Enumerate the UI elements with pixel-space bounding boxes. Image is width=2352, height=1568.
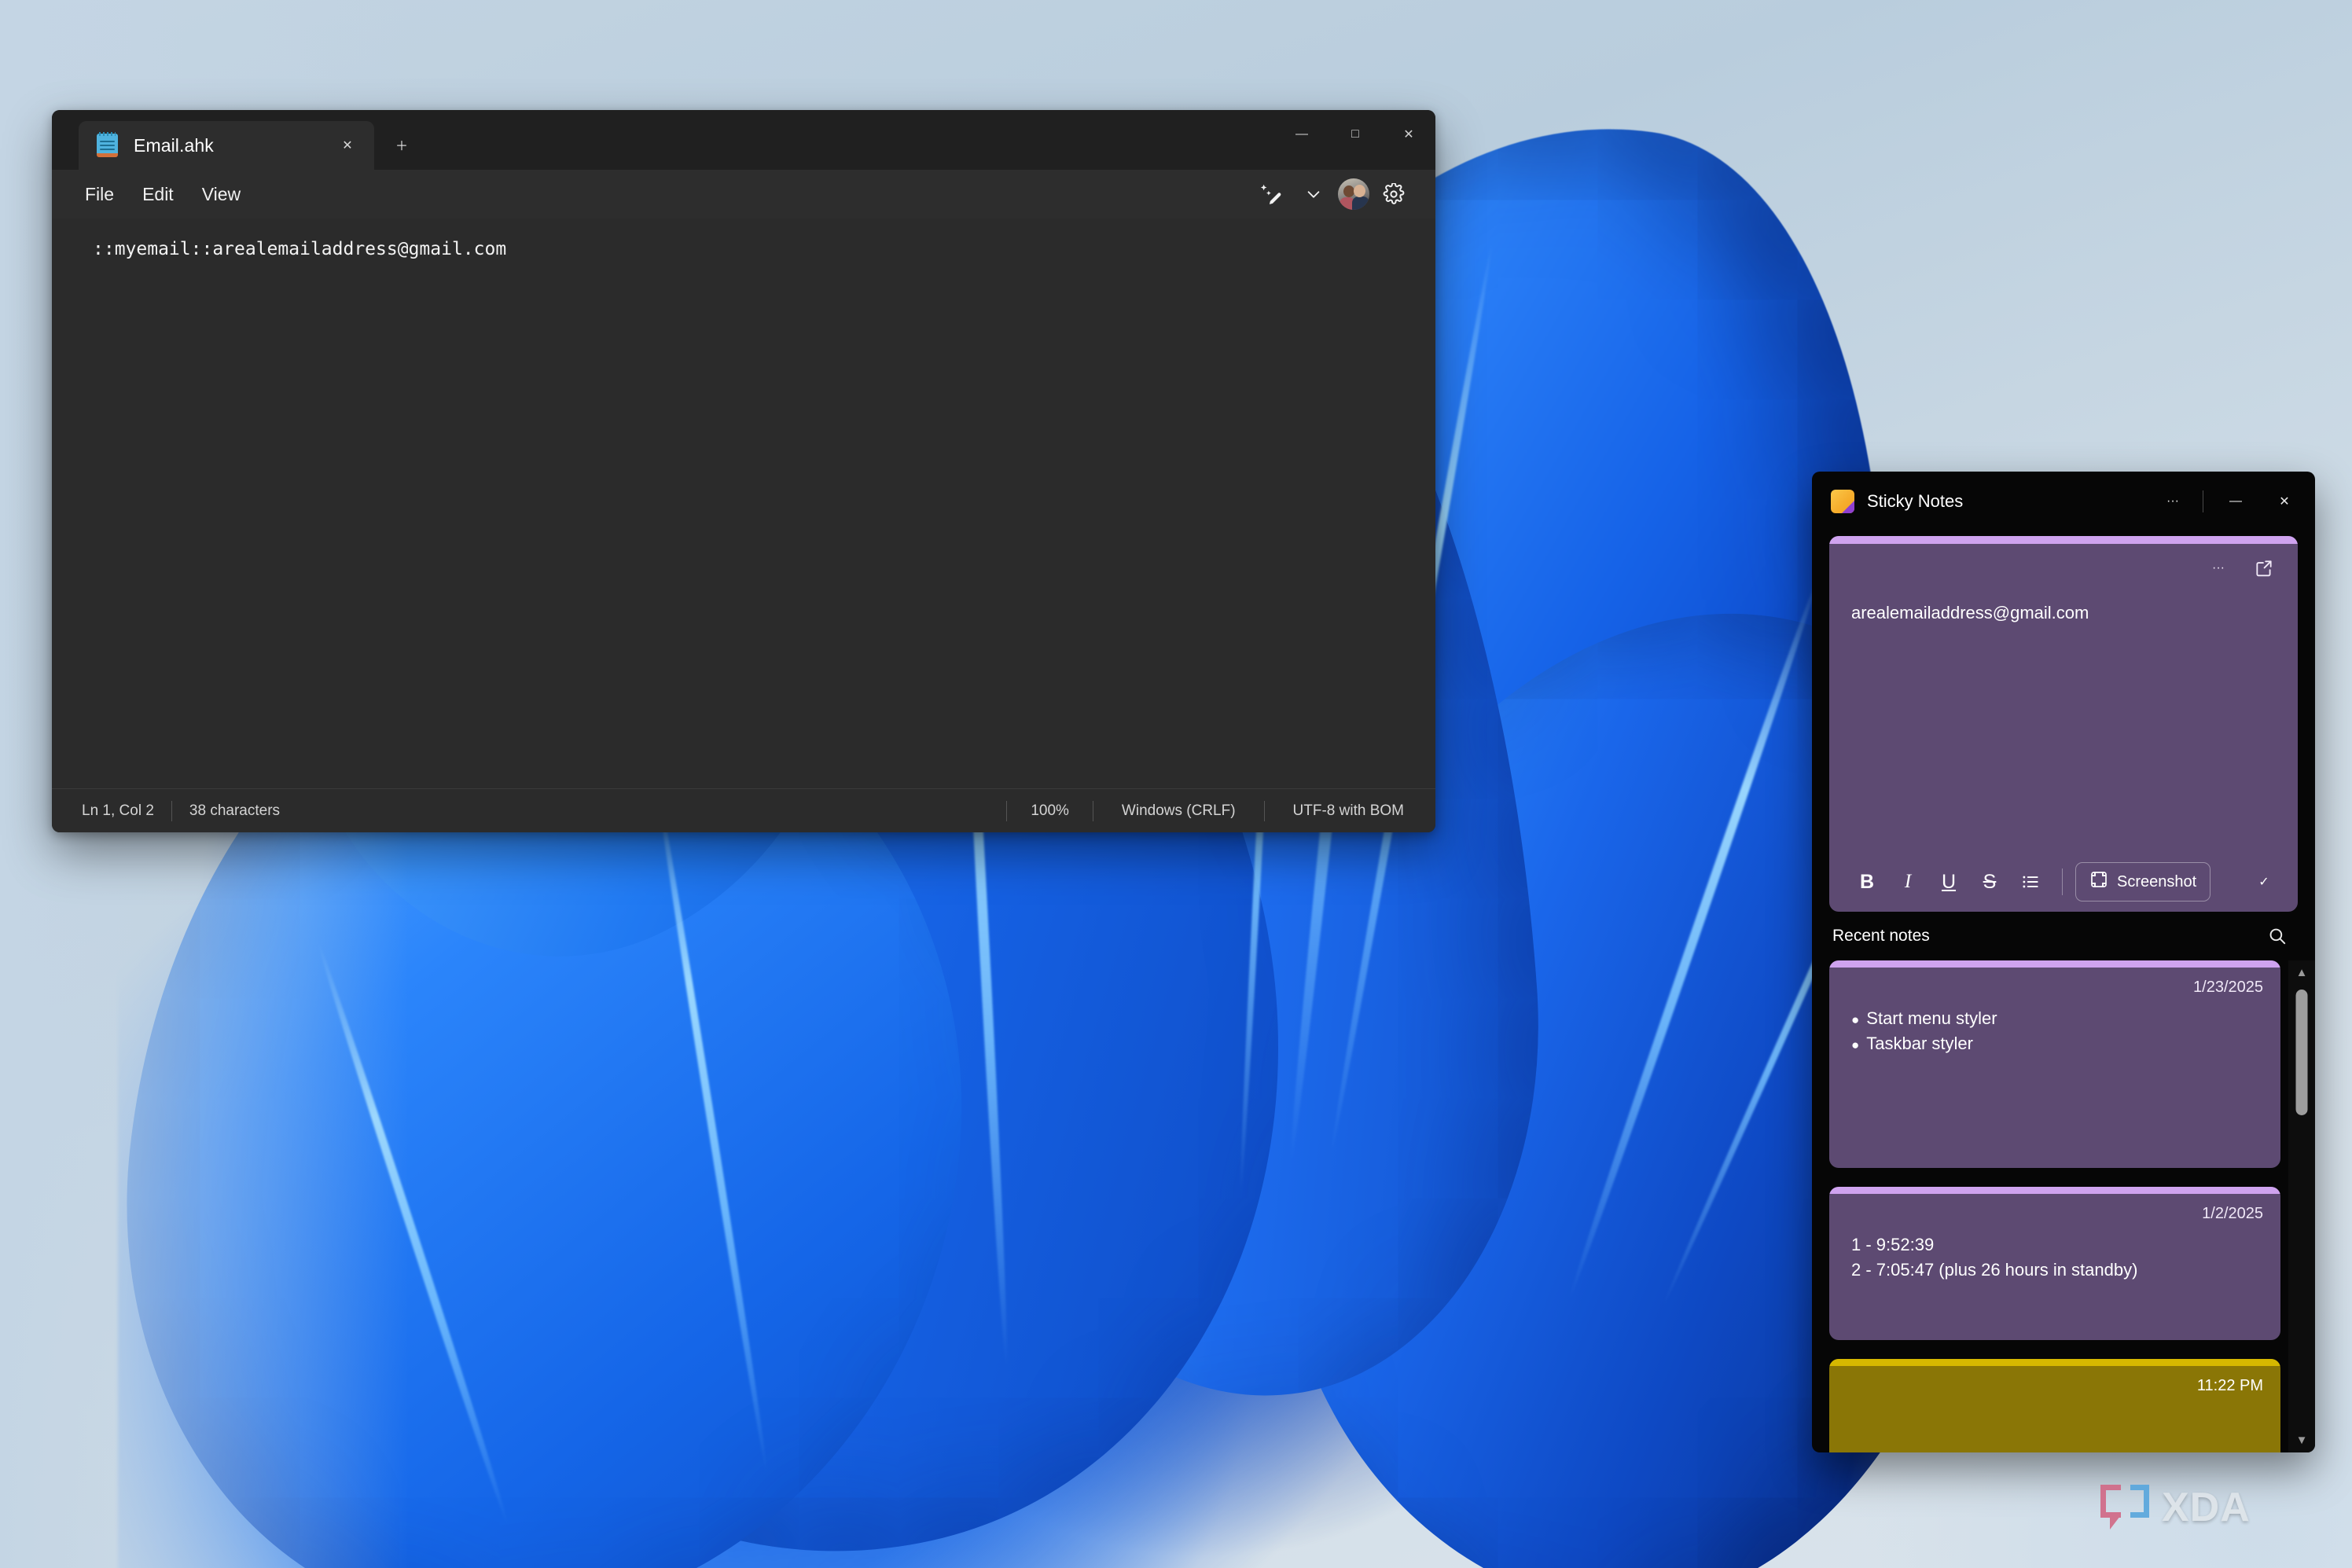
- open-in-new-window-icon[interactable]: [2244, 550, 2284, 586]
- sticky-notes-title-bar: Sticky Notes ··· — ✕: [1812, 472, 2315, 531]
- list-item[interactable]: 1/2/2025 1 - 9:52:39 2 - 7:05:47 (plus 2…: [1829, 1187, 2280, 1340]
- notepad-text-content: ::myemail::arealemailaddress@gmail.com: [93, 239, 507, 259]
- bold-button[interactable]: B: [1848, 863, 1886, 901]
- italic-button[interactable]: I: [1889, 863, 1927, 901]
- note-preview: 1 - 9:52:39 2 - 7:05:47 (plus 26 hours i…: [1829, 1223, 2280, 1302]
- screenshot-button[interactable]: Screenshot: [2075, 862, 2211, 902]
- status-line-ending[interactable]: Windows (CRLF): [1093, 802, 1264, 820]
- note-accent-bar: [1829, 536, 2298, 544]
- note-text[interactable]: arealemailaddress@gmail.com: [1829, 593, 2298, 852]
- recent-notes-area: 1/23/2025 ● Start menu styler ● Taskbar …: [1812, 960, 2315, 1452]
- minimize-icon[interactable]: —: [1275, 110, 1329, 159]
- notepad-menu-bar: File Edit View: [52, 170, 1435, 218]
- menu-item-edit[interactable]: Edit: [128, 177, 188, 212]
- sticky-notes-title-actions: ··· — ✕: [2151, 479, 2309, 523]
- more-options-icon[interactable]: ···: [2151, 482, 2195, 521]
- note-line: 1 - 9:52:39: [1851, 1235, 1935, 1254]
- bullet-icon: ●: [1851, 1037, 1860, 1052]
- list-item[interactable]: 1/23/2025 ● Start menu styler ● Taskbar …: [1829, 960, 2280, 1168]
- avatar[interactable]: [1338, 178, 1369, 210]
- scrollbar-thumb[interactable]: [2295, 990, 2308, 1115]
- note-line: Start menu styler: [1866, 1008, 1997, 1028]
- notepad-text-area[interactable]: ::myemail::arealemailaddress@gmail.com: [52, 218, 1435, 788]
- note-accent-bar: [1829, 1187, 2280, 1194]
- scrollbar-track[interactable]: [2288, 979, 2315, 1434]
- active-note[interactable]: ··· arealemailaddress@gmail.com B I U S: [1829, 536, 2298, 912]
- desktop: Email.ahk ✕ ＋ — □ ✕ File Edit View::mye…: [0, 0, 2352, 1568]
- note-preview: [1829, 1395, 2280, 1423]
- status-zoom-level[interactable]: 100%: [1007, 802, 1093, 820]
- wallpaper-highlight: [1564, 569, 1825, 1302]
- xda-wordmark: XDA: [2162, 1485, 2251, 1530]
- more-options-icon[interactable]: ···: [2199, 550, 2238, 586]
- done-check-icon[interactable]: ✓: [2244, 863, 2284, 901]
- status-character-count: 38 characters: [189, 802, 281, 819]
- note-date: 11:22 PM: [2196, 1377, 2263, 1394]
- note-date: 1/23/2025: [2193, 979, 2263, 996]
- crop-frame-icon: [2089, 870, 2108, 894]
- close-icon[interactable]: ✕: [2260, 479, 2309, 523]
- note-line: Taskbar styler: [1866, 1033, 1973, 1053]
- recent-notes-label: Recent notes: [1832, 927, 1930, 945]
- note-line: 2 - 7:05:47 (plus 26 hours in standby): [1851, 1259, 2138, 1280]
- notepad-icon: [94, 132, 121, 159]
- new-tab-icon[interactable]: ＋: [385, 128, 418, 161]
- screenshot-label: Screenshot: [2117, 872, 2197, 890]
- note-accent-bar: [1829, 960, 2280, 968]
- sticky-notes-window: Sticky Notes ··· — ✕ ··· arealemailaddre…: [1812, 472, 2315, 1452]
- note-preview: ● Start menu styler ● Taskbar styler: [1829, 997, 2280, 1075]
- notepad-window: Email.ahk ✕ ＋ — □ ✕ File Edit View::mye…: [52, 110, 1435, 832]
- wallpaper-highlight: [314, 941, 513, 1527]
- minimize-icon[interactable]: —: [2211, 479, 2260, 523]
- note-date: 1/2/2025: [2202, 1205, 2263, 1222]
- scroll-down-arrow-icon[interactable]: ▼: [2296, 1434, 2308, 1446]
- sparkle-pen-icon[interactable]: [1253, 176, 1289, 212]
- menu-item-view[interactable]: View: [188, 177, 255, 212]
- note-accent-bar: [1829, 1359, 2280, 1366]
- menu-item-file[interactable]: File: [71, 177, 128, 212]
- notepad-window-controls: — □ ✕: [1275, 110, 1435, 159]
- maximize-icon[interactable]: □: [1329, 110, 1382, 159]
- notepad-tab[interactable]: Email.ahk ✕: [79, 121, 374, 170]
- strikethrough-button[interactable]: S: [1971, 863, 2008, 901]
- recent-notes-header: Recent notes: [1812, 912, 2315, 960]
- xda-watermark: XDA: [2100, 1484, 2251, 1531]
- xda-logo-icon: [2100, 1485, 2149, 1530]
- notepad-toolbar: [1253, 176, 1421, 212]
- scrollbar[interactable]: ▲ ▼: [2288, 960, 2315, 1452]
- close-icon[interactable]: ✕: [1382, 110, 1435, 159]
- close-icon[interactable]: ✕: [332, 130, 363, 161]
- chevron-down-icon[interactable]: [1295, 176, 1332, 212]
- underline-button[interactable]: U: [1930, 863, 1968, 901]
- notepad-status-bar: Ln 1, Col 2 38 characters 100% Windows (…: [52, 788, 1435, 832]
- sticky-notes-icon: [1831, 490, 1854, 513]
- recent-notes-list: 1/23/2025 ● Start menu styler ● Taskbar …: [1812, 960, 2288, 1452]
- gear-icon[interactable]: [1376, 176, 1412, 212]
- bullet-icon: ●: [1851, 1012, 1860, 1027]
- scroll-up-arrow-icon[interactable]: ▲: [2296, 967, 2308, 979]
- wallpaper-highlight: [652, 773, 771, 1474]
- status-line-column[interactable]: Ln 1, Col 2: [52, 802, 171, 820]
- note-header: ···: [1829, 544, 2298, 593]
- bullet-list-icon[interactable]: [2012, 863, 2049, 901]
- notepad-tab-title: Email.ahk: [134, 134, 214, 156]
- note-format-toolbar: B I U S Screenshot ✓: [1829, 852, 2298, 912]
- notepad-tab-strip: Email.ahk ✕ ＋ — □ ✕: [52, 110, 1435, 170]
- toolbar-divider: [2062, 868, 2063, 895]
- list-item[interactable]: 11:22 PM: [1829, 1359, 2280, 1452]
- search-icon[interactable]: [2260, 919, 2295, 953]
- sticky-notes-title: Sticky Notes: [1867, 491, 1964, 511]
- status-encoding[interactable]: UTF-8 with BOM: [1265, 802, 1435, 820]
